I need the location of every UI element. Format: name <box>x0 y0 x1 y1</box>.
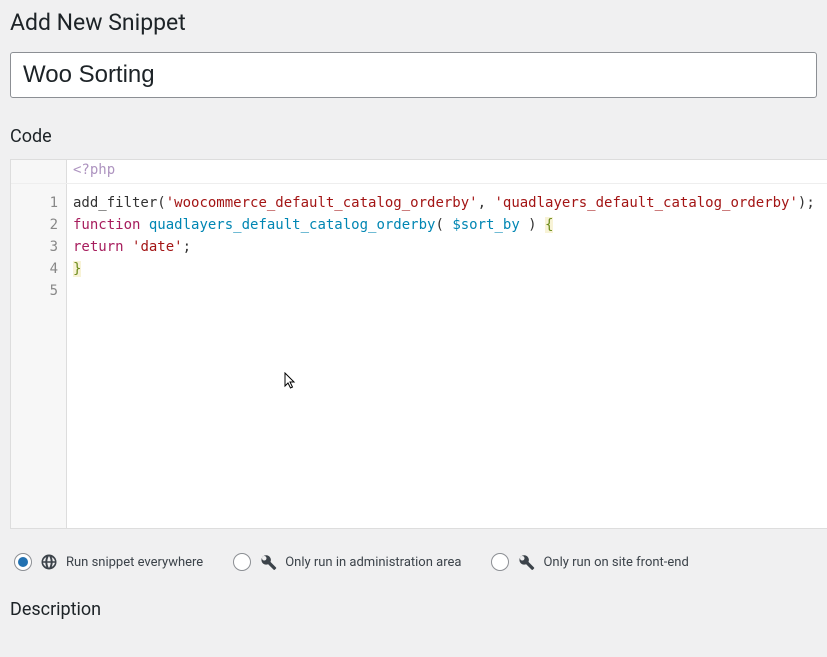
php-open-tag: <?php <box>67 160 121 183</box>
snippet-title-input[interactable] <box>10 52 817 98</box>
scope-options: Run snippet everywhere Only run in admin… <box>0 529 827 583</box>
line-number: 3 <box>11 236 58 258</box>
page-title: Add New Snippet <box>0 0 827 40</box>
tok-keyword: function <box>73 217 140 233</box>
tok-paren: ( <box>157 195 165 211</box>
line-number: 4 <box>11 258 58 280</box>
tok-keyword: return <box>73 239 124 255</box>
code-editor[interactable]: <?php 1 2 3 4 5 add_filter('woocommerce_… <box>10 159 827 529</box>
code-line: } <box>73 258 821 280</box>
mouse-cursor-icon <box>207 350 298 418</box>
gutter-header-col <box>11 160 67 183</box>
code-line: add_filter('woocommerce_default_catalog_… <box>73 192 821 214</box>
tok-space <box>124 239 132 255</box>
scope-label: Only run in administration area <box>285 555 461 570</box>
radio-input[interactable] <box>491 553 509 571</box>
scope-label: Only run on site front-end <box>543 555 688 570</box>
scope-option-admin[interactable]: Only run in administration area <box>233 553 461 571</box>
tok-string: 'quadlayers_default_catalog_orderby' <box>494 195 797 211</box>
code-line: function quadlayers_default_catalog_orde… <box>73 214 821 236</box>
line-numbers: 1 2 3 4 5 <box>11 184 67 528</box>
tok-semi: ; <box>183 239 191 255</box>
code-content[interactable]: add_filter('woocommerce_default_catalog_… <box>67 184 827 528</box>
tok-paren: ) <box>520 217 545 233</box>
tok-var: $sort_by <box>452 217 519 233</box>
tok-space <box>140 217 148 233</box>
line-number: 5 <box>11 280 58 302</box>
tok-paren: ( <box>435 217 452 233</box>
editor-header: <?php <box>11 160 827 184</box>
line-number: 1 <box>11 192 58 214</box>
tok-string: 'date' <box>132 239 183 255</box>
tok-brace: { <box>545 217 553 233</box>
scope-option-frontend[interactable]: Only run on site front-end <box>491 553 688 571</box>
line-number: 2 <box>11 214 58 236</box>
scope-label: Run snippet everywhere <box>66 555 203 570</box>
tok-paren: ); <box>798 195 815 211</box>
wrench-icon <box>259 553 277 571</box>
tok-func: add_filter <box>73 195 157 211</box>
radio-input[interactable] <box>14 553 32 571</box>
tok-comma: , <box>478 195 495 211</box>
tok-string: 'woocommerce_default_catalog_orderby' <box>166 195 478 211</box>
description-heading: Description <box>0 583 827 620</box>
tok-funcname: quadlayers_default_catalog_orderby <box>149 217 436 233</box>
snippet-title-wrap <box>0 40 827 98</box>
code-body: 1 2 3 4 5 add_filter('woocommerce_defaul… <box>11 184 827 528</box>
scope-option-everywhere[interactable]: Run snippet everywhere <box>14 553 203 571</box>
radio-input[interactable] <box>233 553 251 571</box>
tok-brace: } <box>73 261 81 277</box>
globe-icon <box>40 553 58 571</box>
code-line: return 'date'; <box>73 236 821 258</box>
wrench-icon <box>517 553 535 571</box>
code-heading: Code <box>0 98 827 159</box>
